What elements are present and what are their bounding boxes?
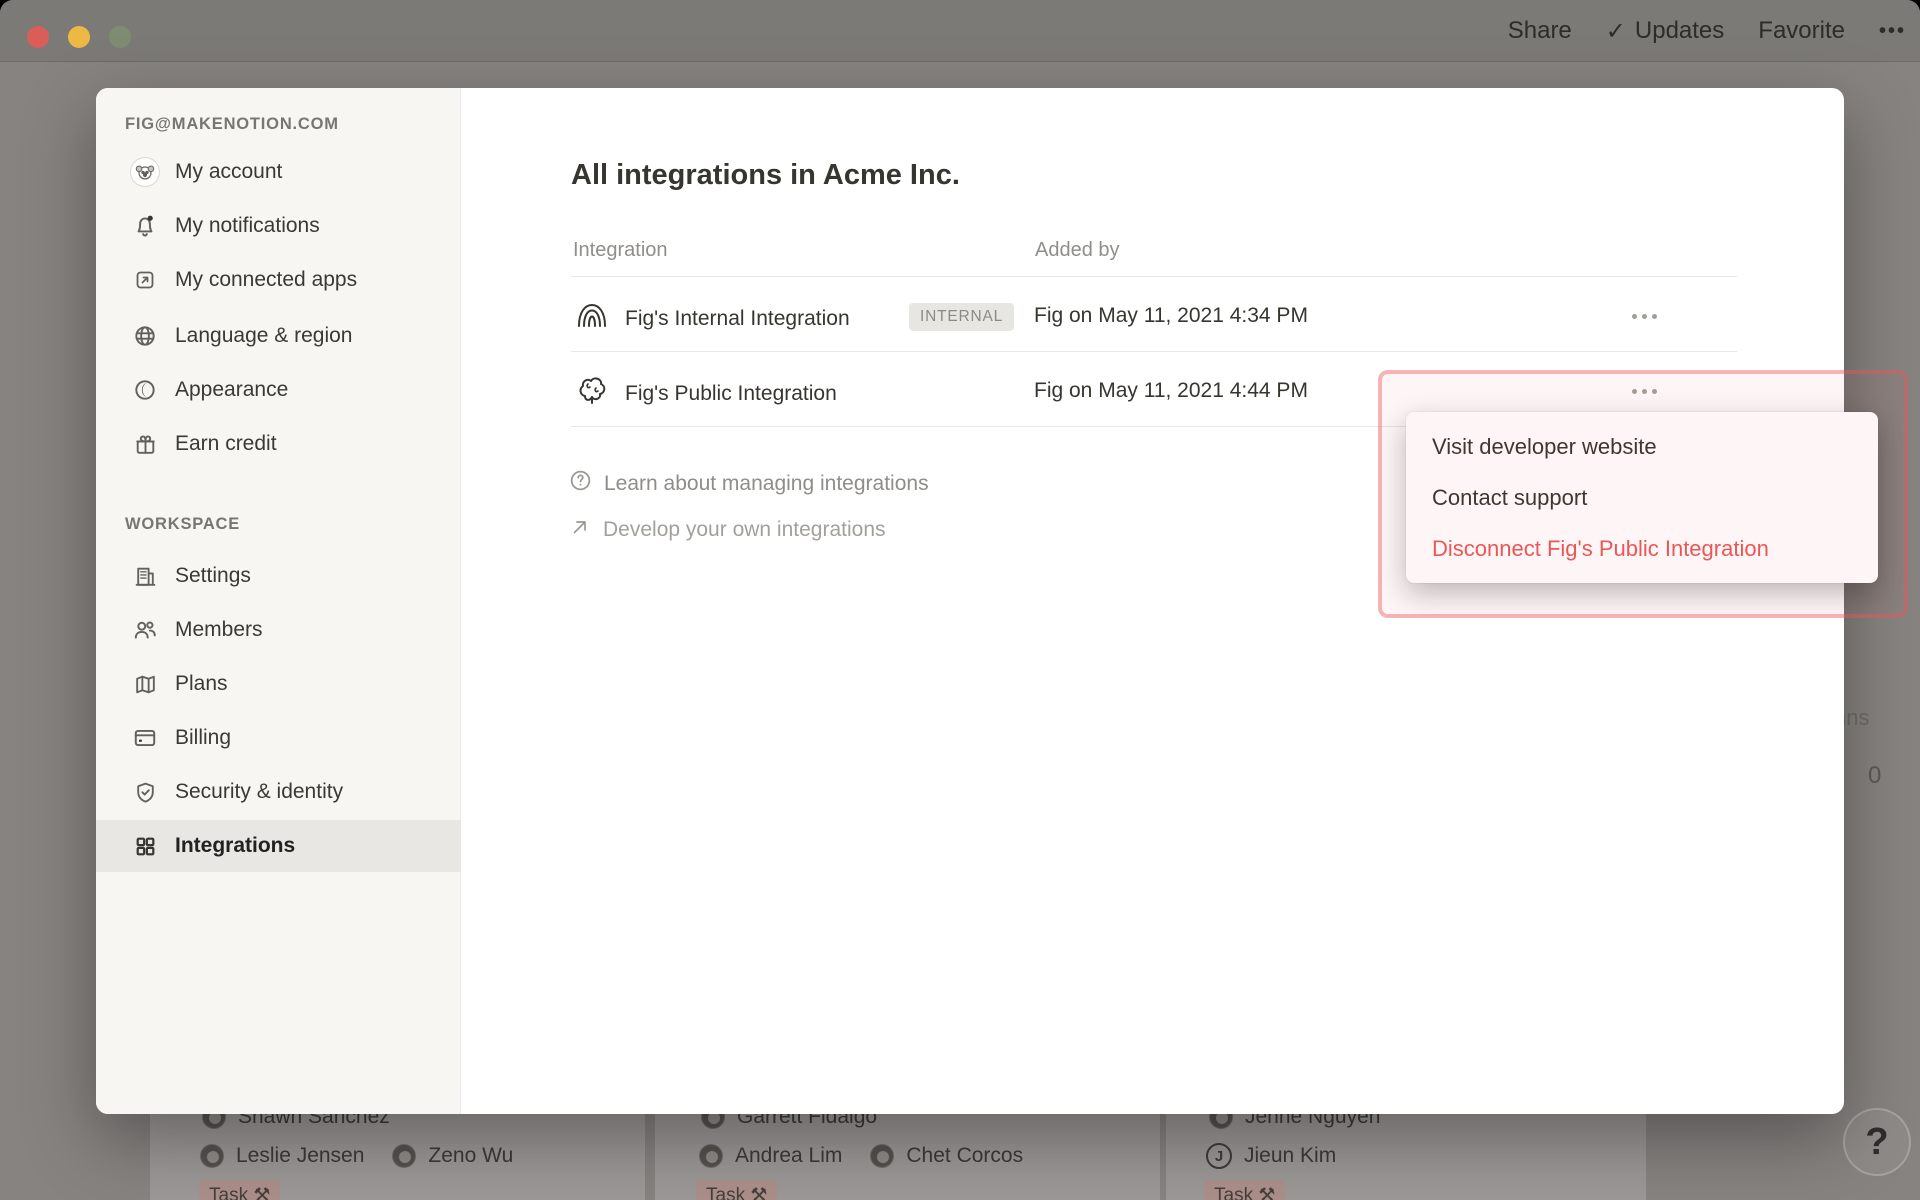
added-by-cell: Fig on May 11, 2021 4:34 PM <box>1034 304 1308 328</box>
task-chip: Task ⚒ <box>1204 1180 1285 1200</box>
person-name: Andrea Lim <box>735 1144 842 1168</box>
integration-row-name: Fig's Public Integration <box>575 374 837 414</box>
account-email-label: FIG@MAKENOTION.COM <box>125 115 339 134</box>
person-name: Chet Corcos <box>906 1144 1023 1168</box>
shield-check-icon <box>131 778 159 806</box>
page-title: All integrations in Acme Inc. <box>571 159 960 192</box>
question-circle-icon <box>568 468 593 499</box>
sidebar-item-my-account[interactable]: My account <box>96 146 461 198</box>
minimize-window-icon[interactable] <box>68 26 90 48</box>
sidebar-item-integrations[interactable]: Integrations <box>96 820 461 872</box>
arrow-out-box-icon <box>131 266 159 294</box>
tree-doodle-icon <box>575 374 609 414</box>
sidebar-item-my-connected-apps[interactable]: My connected apps <box>96 254 461 306</box>
settings-dialog: FIG@MAKENOTION.COM My account <box>96 88 1844 1114</box>
cut-count-fragment: 0 <box>1868 762 1881 790</box>
arrow-up-right-icon <box>568 515 592 545</box>
board-row: Leslie Jensen Zeno Wu <box>200 1144 513 1168</box>
favorite-button[interactable]: Favorite <box>1758 17 1845 45</box>
sidebar-item-label: Language & region <box>175 324 353 348</box>
sidebar-item-my-notifications[interactable]: My notifications <box>96 200 461 252</box>
notion-window: Share ✓ Updates Favorite ••• Shawn Sanch… <box>0 0 1920 1200</box>
bell-icon <box>131 212 159 240</box>
zoom-window-icon[interactable] <box>109 26 131 48</box>
grid-icon <box>131 832 159 860</box>
divider <box>571 351 1737 352</box>
avatar <box>699 1144 723 1168</box>
gift-icon <box>131 430 159 458</box>
check-icon: ✓ <box>1606 17 1626 46</box>
learn-integrations-link[interactable]: Learn about managing integrations <box>568 468 929 499</box>
sidebar-item-label: Members <box>175 618 263 642</box>
credit-card-icon <box>131 724 159 752</box>
workspace-section-label: WORKSPACE <box>125 515 240 534</box>
board-row: J Jieun Kim <box>1206 1143 1336 1169</box>
avatar <box>200 1144 224 1168</box>
close-window-icon[interactable] <box>27 26 49 48</box>
sidebar-item-label: Settings <box>175 564 251 588</box>
sidebar-item-security-identity[interactable]: Security & identity <box>96 766 461 818</box>
avatar-initial: J <box>1206 1143 1232 1169</box>
menu-item-contact-support[interactable]: Contact support <box>1406 472 1878 523</box>
sidebar-item-members[interactable]: Members <box>96 604 461 656</box>
person-name: Zeno Wu <box>428 1144 513 1168</box>
sidebar-item-settings[interactable]: Settings <box>96 550 461 602</box>
sidebar-item-label: Plans <box>175 672 228 696</box>
titlebar-actions: Share ✓ Updates Favorite ••• <box>1508 0 1914 62</box>
row-menu-button[interactable] <box>1620 301 1668 331</box>
sidebar-item-label: My connected apps <box>175 268 357 292</box>
titlebar: Share ✓ Updates Favorite ••• <box>0 0 1920 62</box>
sidebar-item-billing[interactable]: Billing <box>96 712 461 764</box>
share-button[interactable]: Share <box>1508 17 1572 45</box>
moon-icon <box>131 376 159 404</box>
koala-avatar-icon <box>131 158 159 186</box>
people-icon <box>131 616 159 644</box>
sidebar-item-language-region[interactable]: Language & region <box>96 310 461 362</box>
added-by-cell: Fig on May 11, 2021 4:44 PM <box>1034 379 1308 403</box>
sidebar-item-label: My account <box>175 160 282 184</box>
task-chip: Task ⚒ <box>199 1180 280 1200</box>
more-options-button[interactable]: ••• <box>1879 20 1906 43</box>
sidebar-item-earn-credit[interactable]: Earn credit <box>96 418 461 470</box>
develop-integrations-link[interactable]: Develop your own integrations <box>568 515 886 545</box>
column-header-integration: Integration <box>573 239 668 262</box>
question-mark: ? <box>1865 1121 1888 1164</box>
person-name: Leslie Jensen <box>236 1144 364 1168</box>
row-menu-button-open[interactable] <box>1620 376 1668 406</box>
sidebar-item-appearance[interactable]: Appearance <box>96 364 461 416</box>
building-icon <box>131 562 159 590</box>
task-chip: Task ⚒ <box>696 1180 777 1200</box>
sidebar-item-label: Integrations <box>175 834 295 858</box>
sidebar-item-label: Appearance <box>175 378 288 402</box>
avatar <box>392 1144 416 1168</box>
integration-context-menu: Visit developer website Contact support … <box>1406 412 1878 583</box>
screen: Share ✓ Updates Favorite ••• Shawn Sanch… <box>0 0 1920 1200</box>
help-button[interactable]: ? <box>1843 1108 1911 1176</box>
sidebar-item-label: My notifications <box>175 214 320 238</box>
rainbow-doodle-icon <box>575 300 609 338</box>
sidebar-item-plans[interactable]: Plans <box>96 658 461 710</box>
integration-row-name: Fig's Internal Integration <box>575 300 850 338</box>
sidebar-item-label: Security & identity <box>175 780 343 804</box>
updates-button[interactable]: ✓ Updates <box>1606 17 1725 46</box>
column-header-added-by: Added by <box>1035 239 1120 262</box>
internal-badge: INTERNAL <box>909 303 1014 331</box>
sidebar-item-label: Billing <box>175 726 231 750</box>
avatar <box>870 1144 894 1168</box>
menu-item-disconnect-integration[interactable]: Disconnect Fig's Public Integration <box>1406 523 1878 574</box>
globe-icon <box>131 322 159 350</box>
person-name: Jieun Kim <box>1244 1144 1336 1168</box>
menu-item-visit-developer-website[interactable]: Visit developer website <box>1406 421 1878 472</box>
map-icon <box>131 670 159 698</box>
divider <box>571 276 1737 277</box>
sidebar-item-label: Earn credit <box>175 432 277 456</box>
board-row: Andrea Lim Chet Corcos <box>699 1144 1023 1168</box>
settings-sidebar: FIG@MAKENOTION.COM My account <box>96 88 461 1114</box>
